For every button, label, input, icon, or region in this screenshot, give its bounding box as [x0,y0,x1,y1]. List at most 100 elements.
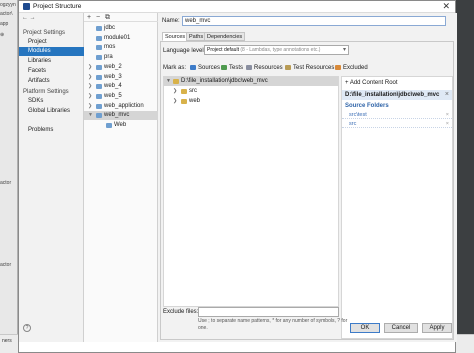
module-list-item[interactable]: ❯ web_4 [84,82,158,91]
close-icon[interactable]: ✕ [442,1,450,12]
nav-item-libraries[interactable]: Libraries [19,57,84,66]
module-label: web_appliction [104,102,144,109]
source-folder-row[interactable]: src\test × [342,111,452,119]
add-content-root-button[interactable]: + Add Content Root [345,80,398,86]
chevron-down-icon: ▾ [342,47,346,53]
content-root-summary: + Add Content Root D:\file_installation\… [341,76,453,339]
add-module-icon[interactable]: + [87,13,91,22]
background-ide-panel: ogzyyn actor\ app ⊕ actor actor [0,0,18,353]
module-detail-panel: Name: web_mvc Sources Paths Dependencies… [158,13,457,342]
folder-icon [96,103,102,109]
copy-module-icon[interactable]: ⧉ [105,13,110,22]
tab-dependencies[interactable]: Dependencies [204,32,246,41]
module-label: web_mvc [104,112,130,119]
mark-as-sources-button[interactable]: Sources [190,65,220,71]
nav-item-global-libraries[interactable]: Global Libraries [19,107,84,116]
module-list-item[interactable]: ❯ web_5 [84,92,158,101]
folder-icon [106,123,112,128]
cancel-button[interactable]: Cancel [384,323,418,333]
chevron-right-icon[interactable]: ❯ [88,102,92,111]
remove-source-folder-icon[interactable]: × [446,120,449,128]
sources-folder-icon [190,65,196,70]
module-list-item[interactable]: jdbc [84,24,158,33]
background-text: ners [2,338,12,344]
nav-item-facets[interactable]: Facets [19,67,84,76]
folder-icon [96,93,102,99]
chevron-down-icon[interactable]: ▼ [166,77,171,86]
chevron-right-icon[interactable]: ❯ [173,97,177,106]
tree-row-label: src [189,88,197,94]
chevron-down-icon[interactable]: ▼ [88,111,93,120]
content-root-path: D:\file_installation\jdbc\web_mvc [342,90,452,100]
remove-module-icon[interactable]: − [96,13,100,22]
module-label: Web [114,122,127,128]
help-icon[interactable]: ? [23,324,31,332]
remove-content-root-icon[interactable]: × [445,90,449,100]
background-text: ⊕ [0,32,5,38]
tree-row-web[interactable]: ❯ web [164,97,338,106]
module-list-item[interactable]: ▼ web_mvc [84,111,158,121]
language-level-select[interactable]: Project default (8 - Lambdas, type annot… [204,45,349,55]
test-resources-folder-icon [285,65,291,70]
chevron-right-icon[interactable]: ❯ [88,63,92,72]
folder-icon [96,45,102,51]
mark-as-resources-label: Resources [254,65,283,71]
module-toolbar: + − ⧉ [84,13,158,22]
intellij-icon [23,3,30,10]
settings-nav: ← → Project Settings Project Modules Lib… [19,13,84,342]
module-label: pra [104,54,113,61]
module-list-item[interactable]: ❯ web_2 [84,63,158,72]
chevron-right-icon[interactable]: ❯ [173,87,177,96]
mark-as-test-resources-button[interactable]: Test Resources [285,65,334,71]
project-settings-header: Project Settings [23,30,66,36]
folder-icon [96,26,102,31]
exclude-files-label: Exclude files: [163,309,199,315]
source-folder-row[interactable]: src × [342,120,452,128]
folder-icon [96,84,102,90]
apply-button[interactable]: Apply [422,323,452,333]
folder-icon [96,74,102,80]
nav-item-sdks[interactable]: SDKs [19,97,84,106]
tab-sources[interactable]: Sources [162,32,189,41]
nav-item-artifacts[interactable]: Artifacts [19,77,84,86]
folder-icon [96,113,102,119]
nav-back-forward-icon[interactable]: ← → [22,15,36,21]
ok-button[interactable]: OK [350,323,380,333]
tree-row-src[interactable]: ❯ src [164,87,338,96]
exclude-files-input[interactable] [198,307,339,317]
nav-item-problems[interactable]: Problems [19,126,84,135]
folder-icon [96,55,102,61]
module-list-item[interactable]: module01 [84,34,158,43]
module-list-item[interactable]: ❯ web_appliction [84,102,158,111]
remove-source-folder-icon[interactable]: × [446,111,449,119]
module-label: web_3 [104,73,122,80]
module-list-item[interactable]: ❯ web_3 [84,73,158,82]
module-list-item[interactable]: Web [84,121,158,130]
module-list-item[interactable]: mos [84,43,158,52]
tree-root-label: D:\file_installation\jdbc\web_mvc [181,78,268,84]
name-label: Name: [162,18,180,24]
background-text: actor\ [0,11,13,17]
sources-tab-content: Language level: Project default (8 - Lam… [160,41,454,340]
mark-as-resources-button[interactable]: Resources [246,65,283,71]
resources-folder-icon [246,65,252,70]
mark-as-excluded-button[interactable]: Excluded [335,65,368,71]
nav-item-project[interactable]: Project [19,38,84,47]
module-name-input[interactable]: web_mvc [182,16,446,26]
chevron-right-icon[interactable]: ❯ [88,73,92,82]
tree-root-row[interactable]: ▼ D:\file_installation\jdbc\web_mvc [164,77,338,86]
folder-icon [181,99,187,104]
project-structure-dialog: Project Structure ✕ ← → Project Settings… [18,0,457,353]
language-level-hint: (8 - Lambdas, type annotations etc.) [240,47,321,53]
module-list-item[interactable]: pra [84,53,158,62]
nav-item-modules[interactable]: Modules [19,47,84,56]
chevron-right-icon[interactable]: ❯ [88,92,92,101]
chevron-right-icon[interactable]: ❯ [88,82,92,91]
background-text: actor [0,180,12,186]
language-level-value: Project default [207,47,239,53]
mark-as-tests-button[interactable]: Tests [221,65,243,71]
mark-as-tests-label: Tests [229,65,244,71]
folder-icon [96,64,102,70]
module-label: web_2 [104,63,122,70]
title-bar: Project Structure ✕ [19,1,455,13]
